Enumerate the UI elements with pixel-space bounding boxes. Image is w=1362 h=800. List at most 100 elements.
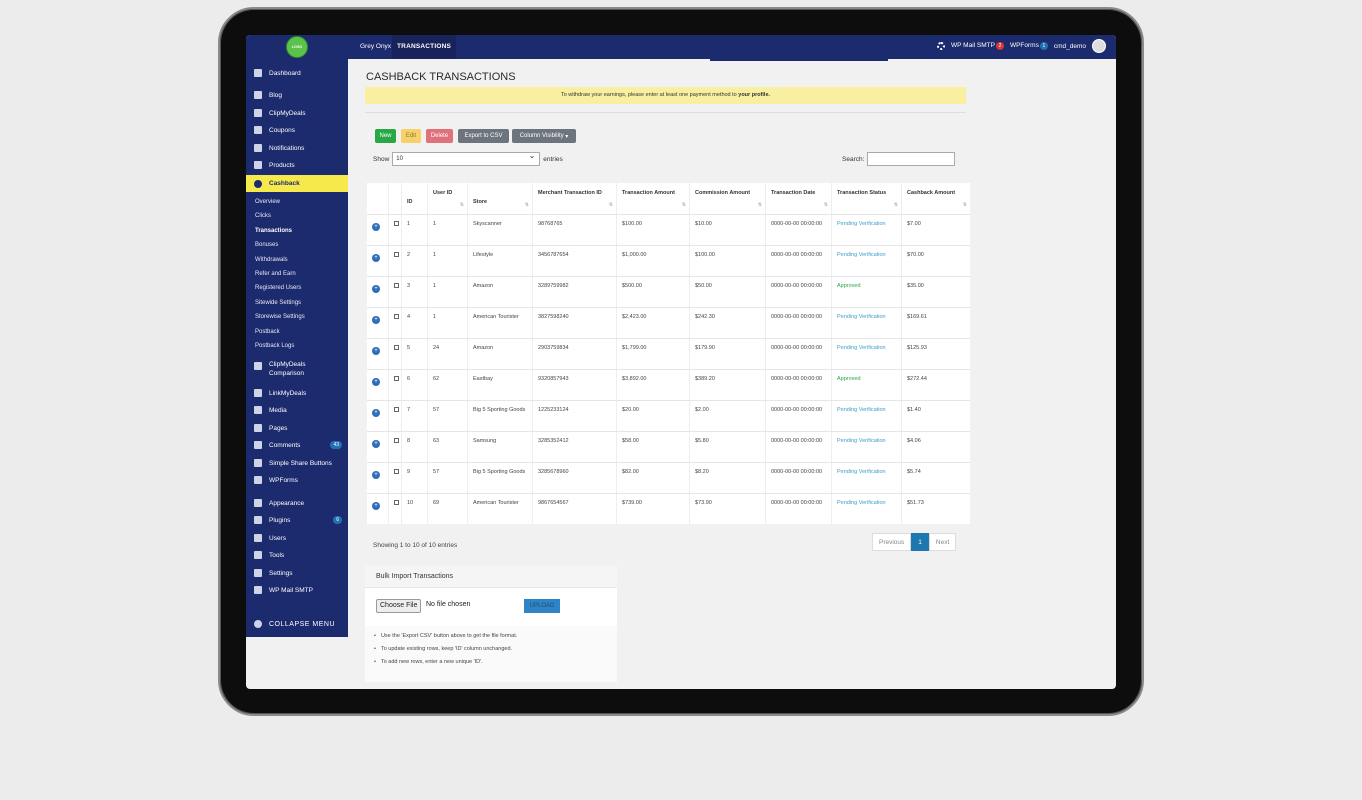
user-name[interactable]: cmd_demo	[1054, 43, 1086, 50]
expand-row-icon[interactable]: +	[372, 440, 380, 448]
new-button[interactable]: New	[375, 129, 396, 143]
submenu-overview[interactable]: Overview	[255, 199, 280, 205]
wpforms-link[interactable]: WPForms 1	[1010, 42, 1048, 50]
delete-button[interactable]: Delete	[426, 129, 453, 143]
expand-row-icon[interactable]: +	[372, 502, 380, 510]
collapse-menu-button[interactable]: COLLAPSE MENU	[246, 615, 348, 633]
submenu-postback[interactable]: Postback	[255, 329, 280, 335]
sidebar-item-share-buttons[interactable]: Simple Share Buttons	[246, 455, 348, 471]
expand-row-icon[interactable]: +	[372, 285, 380, 293]
row-checkbox[interactable]	[394, 345, 399, 350]
row-checkbox[interactable]	[394, 376, 399, 381]
submenu-clicks[interactable]: Clicks	[255, 213, 271, 219]
sidebar-item-settings[interactable]: Settings	[246, 565, 348, 581]
header-transaction-amount[interactable]: Transaction Amount ⇅	[616, 183, 689, 214]
expand-row-icon: +	[367, 432, 388, 462]
row-checkbox[interactable]	[394, 407, 399, 412]
submenu-bonuses[interactable]: Bonuses	[255, 242, 278, 248]
row-checkbox[interactable]	[394, 469, 399, 474]
sidebar-item-dashboard[interactable]: Dashboard	[246, 65, 348, 81]
expand-row-icon[interactable]: +	[372, 409, 380, 417]
row-checkbox[interactable]	[394, 283, 399, 288]
previous-button[interactable]: Previous	[872, 533, 912, 551]
submenu-registered-users[interactable]: Registered Users	[255, 285, 301, 291]
sidebar-item-notifications[interactable]: Notifications	[246, 140, 348, 156]
upload-button[interactable]: UPLOAD	[524, 599, 560, 613]
submenu-storewise-settings[interactable]: Storewise Settings	[255, 314, 305, 320]
table-row[interactable]: +7 57 Big 5 Sporting Goods 1225233124 $20.00…	[367, 400, 970, 431]
site-name-link[interactable]: Grey Onyx	[360, 43, 391, 50]
sidebar-item-linkmydeals[interactable]: LinkMyDeals	[246, 385, 348, 401]
expand-row-icon[interactable]: +	[372, 254, 380, 262]
sidebar-item-media[interactable]: Media	[246, 402, 348, 418]
submenu-postback-logs[interactable]: Postback Logs	[255, 343, 294, 349]
expand-row-icon[interactable]: +	[372, 223, 380, 231]
table-row[interactable]: +8 63 Samsung 3285352412 $58.00 $5.80 0000-00-…	[367, 431, 970, 462]
table-row[interactable]: +2 1 Lifestyle 3456787654 $1,000.00 $100.00 00…	[367, 245, 970, 276]
site-logo[interactable]: LOGO	[286, 36, 308, 58]
cell-date: 0000-00-00 00:00:00	[765, 370, 831, 400]
sidebar-item-pages[interactable]: Pages	[246, 420, 348, 436]
submenu-transactions[interactable]: Transactions	[255, 228, 292, 234]
cell-merchant-id: 3289759982	[532, 277, 616, 307]
expand-row-icon[interactable]: +	[372, 378, 380, 386]
expand-row-icon[interactable]: +	[372, 316, 380, 324]
header-store[interactable]: Store ⇅	[467, 183, 532, 214]
sidebar-item-wpforms[interactable]: WPForms	[246, 472, 348, 488]
sidebar-item-tools[interactable]: Tools	[246, 547, 348, 563]
expand-row-icon[interactable]: +	[372, 347, 380, 355]
header-user-id[interactable]: User ID ⇅	[427, 183, 467, 214]
submenu-withdrawals[interactable]: Withdrawals	[255, 257, 288, 263]
submenu-refer-and-earn[interactable]: Refer and Earn	[255, 271, 296, 277]
cell-merchant-id: 2903759834	[532, 339, 616, 369]
sidebar-item-clipmydeals[interactable]: ClipMyDeals	[246, 105, 348, 121]
table-row[interactable]: +6 62 Eastbay 9320857943 $3,892.00 $389.20 000…	[367, 369, 970, 400]
page-1-button[interactable]: 1	[911, 533, 929, 551]
header-merchant-id[interactable]: Merchant Transaction ID ⇅	[532, 183, 616, 214]
edit-button[interactable]: Edit	[401, 129, 421, 143]
sidebar-item-label: Users	[269, 534, 286, 542]
sidebar-item-plugins[interactable]: Plugins 6	[246, 512, 348, 528]
table-row[interactable]: +5 24 Amazon 2903759834 $1,799.00 $179.90 0000…	[367, 338, 970, 369]
cell-id: 7	[401, 401, 427, 431]
profile-link[interactable]: your profile.	[738, 92, 770, 98]
sidebar-item-coupons[interactable]: Coupons	[246, 122, 348, 138]
header-cashback-amount[interactable]: Cashback Amount ⇅	[901, 183, 970, 214]
expand-row-icon[interactable]: +	[372, 471, 380, 479]
header-id[interactable]: ID	[401, 183, 427, 214]
sidebar-item-users[interactable]: Users	[246, 530, 348, 546]
table-row[interactable]: +9 57 Big 5 Sporting Goods 3285678960 $82.00…	[367, 462, 970, 493]
transactions-tab[interactable]: TRANSACTIONS	[392, 35, 457, 59]
row-checkbox[interactable]	[394, 438, 399, 443]
search-input[interactable]	[867, 152, 956, 166]
header-transaction-status[interactable]: Transaction Status ⇅	[831, 183, 901, 214]
sidebar-item-blog[interactable]: Blog	[246, 87, 348, 103]
sidebar-item-comments[interactable]: Comments 43	[246, 437, 348, 453]
table-row[interactable]: +4 1 American Tourister 3827598240 $2,423.00…	[367, 307, 970, 338]
sidebar-item-wp-mail-smtp[interactable]: WP Mail SMTP	[246, 582, 348, 598]
smtp-link[interactable]: WP Mail SMTP 2	[951, 42, 1004, 50]
table-row[interactable]: +3 1 Amazon 3289759982 $500.00 $50.00 0000-00-…	[367, 276, 970, 307]
row-checkbox[interactable]	[394, 252, 399, 257]
row-checkbox[interactable]	[394, 314, 399, 319]
row-checkbox	[388, 494, 401, 524]
sidebar-item-cashback[interactable]: Cashback	[246, 175, 348, 192]
row-checkbox[interactable]	[394, 500, 399, 505]
table-row[interactable]: +10 69 American Tourister 9867654567 $739.00…	[367, 493, 970, 524]
header-commission-amount[interactable]: Commission Amount ⇅	[689, 183, 765, 214]
table-row[interactable]: +1 1 Skyscanner 98768765 $100.00 $10.00 0000-0…	[367, 214, 970, 245]
entries-select[interactable]: 10	[392, 150, 541, 166]
choose-file-button[interactable]: Choose File	[376, 599, 422, 613]
gear-icon[interactable]	[937, 42, 945, 50]
header-transaction-date[interactable]: Transaction Date ⇅	[765, 183, 831, 214]
next-button[interactable]: Next	[928, 533, 957, 551]
sidebar-item-appearance[interactable]: Appearance	[246, 495, 348, 511]
avatar[interactable]	[1092, 39, 1106, 53]
export-csv-button[interactable]: Export to CSV	[458, 129, 509, 143]
cell-commission: $242.30	[689, 308, 765, 338]
column-visibility-button[interactable]: Column Visibility ▾	[512, 129, 576, 143]
row-checkbox[interactable]	[394, 221, 399, 226]
sidebar-item-products[interactable]: Products	[246, 157, 348, 173]
sidebar-item-comparison[interactable]: ClipMyDeals Comparison	[246, 360, 348, 382]
submenu-sitewide-settings[interactable]: Sitewide Settings	[255, 300, 301, 306]
